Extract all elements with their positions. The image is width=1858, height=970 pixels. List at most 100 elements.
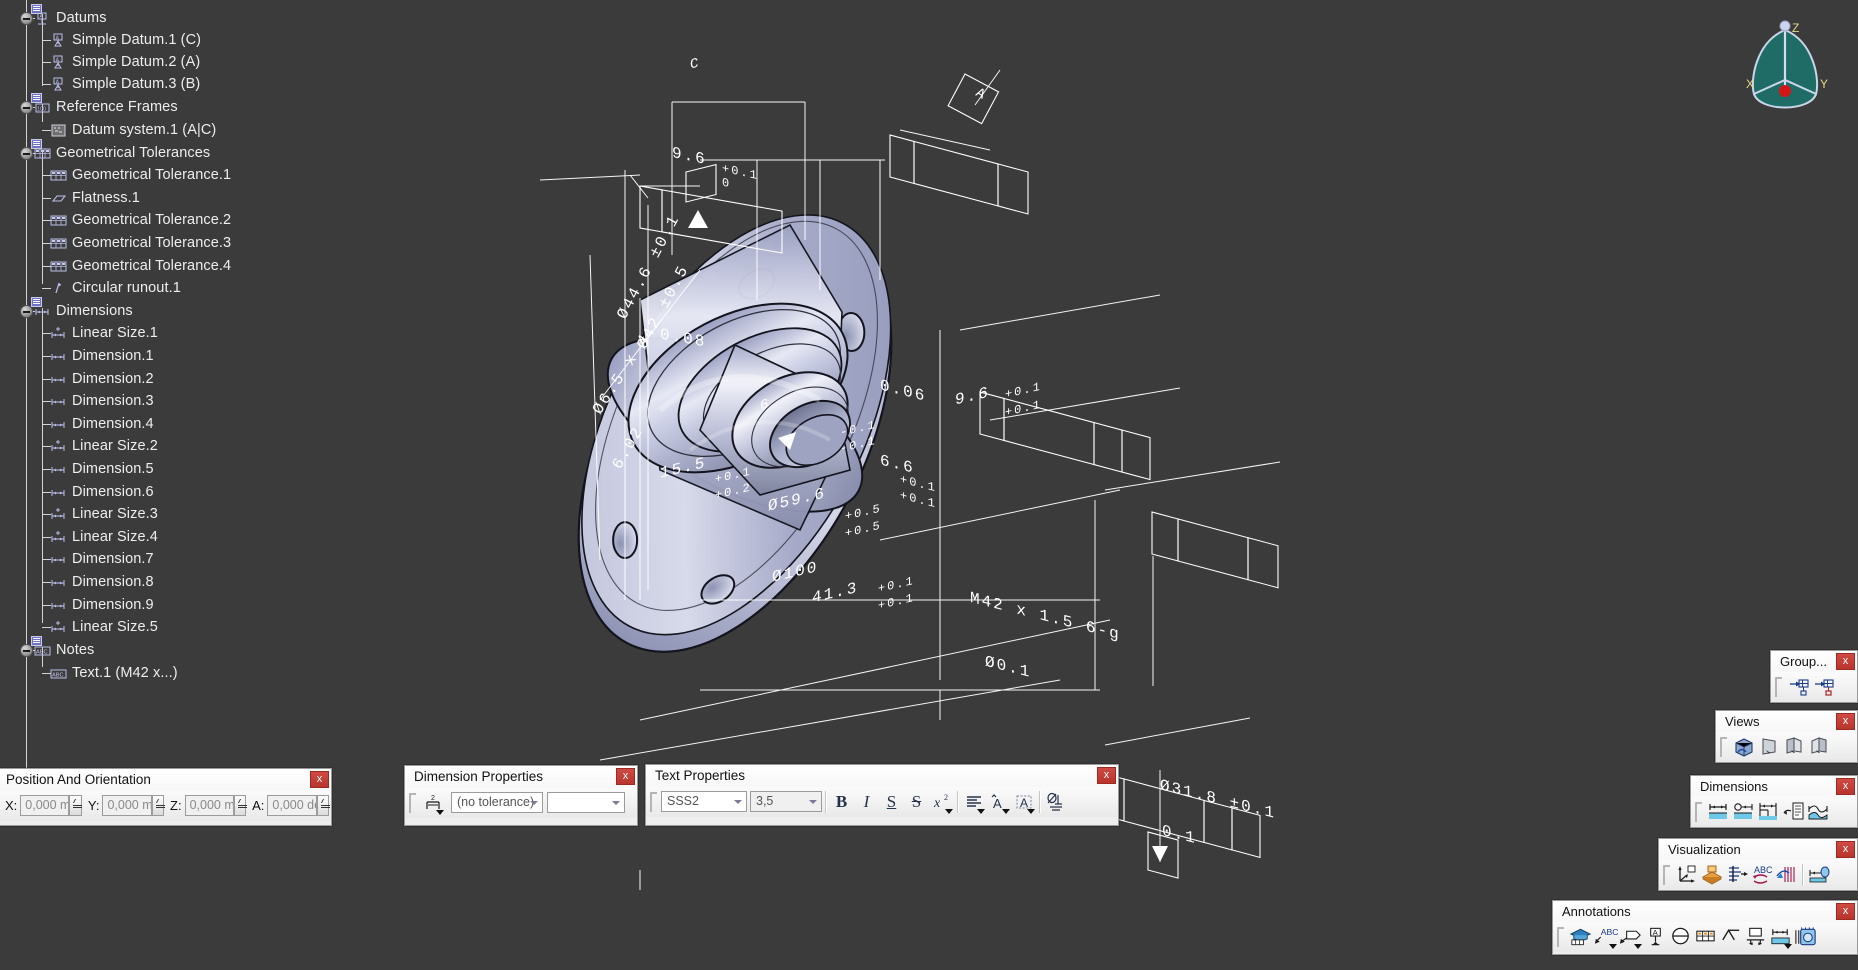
tree-item-geometrical-tolerances[interactable]: Geometrical Tolerances xyxy=(34,142,210,164)
geometrical-tolerance-circle-icon[interactable] xyxy=(1668,924,1693,949)
y-spinner[interactable] xyxy=(152,795,164,816)
close-group-toolbar-button[interactable]: x xyxy=(1836,653,1855,670)
tree-item-dimension-4[interactable]: Dimension.4 xyxy=(50,413,154,435)
annotation-plane-icon[interactable] xyxy=(1699,862,1724,887)
left-view-icon[interactable] xyxy=(1781,734,1806,759)
tree-item-dimension-8[interactable]: Dimension.8 xyxy=(50,571,154,593)
annotations-toolbar-grip[interactable] xyxy=(1557,927,1564,947)
font-size-select[interactable]: 3,5 xyxy=(750,791,822,812)
curvilinear-dimension-icon[interactable] xyxy=(1806,799,1831,824)
annotation-display-icon[interactable] xyxy=(1774,862,1799,887)
tree-item-linear-size-5[interactable]: Linear Size.5 xyxy=(50,616,158,638)
visualization-toolbar-grip[interactable] xyxy=(1663,865,1670,885)
text-frame-dropdown-arrow[interactable] xyxy=(1027,809,1035,814)
tree-item-geometrical-tolerance-2[interactable]: Geometrical Tolerance.2 xyxy=(50,209,231,231)
linear-dimension-icon[interactable] xyxy=(1706,799,1731,824)
dimension-annotation-icon[interactable] xyxy=(1768,924,1793,949)
close-annotations-toolbar-button[interactable]: x xyxy=(1836,903,1855,920)
font-family-select[interactable]: SSS2 xyxy=(661,791,747,812)
text-frame-button[interactable]: A xyxy=(1011,789,1036,814)
bold-button[interactable]: B xyxy=(829,789,854,814)
text-toolbar-grip[interactable] xyxy=(650,792,657,812)
text-properties-panel[interactable]: Text Properties x SSS2 3,5 B I S S x 2 xyxy=(645,764,1119,826)
dimensions-toolbar-grip[interactable] xyxy=(1695,802,1702,822)
tree-item-datum-system-1-a-c[interactable]: Datum system.1 (A|C) xyxy=(50,119,216,141)
ungroup-icon[interactable] xyxy=(1811,674,1836,699)
front-view-icon[interactable] xyxy=(1756,734,1781,759)
tree-item-dimension-3[interactable]: Dimension.3 xyxy=(50,390,154,412)
views-toolbar-grip[interactable] xyxy=(1720,737,1727,757)
a-spinner[interactable] xyxy=(317,795,329,816)
underline-button[interactable]: S xyxy=(879,789,904,814)
right-view-icon[interactable] xyxy=(1806,734,1831,759)
tree-item-dimension-6[interactable]: Dimension.6 xyxy=(50,481,154,503)
tree-item-datums[interactable]: ADatums xyxy=(34,7,107,29)
tree-item-simple-datum-3-b[interactable]: ASimple Datum.3 (B) xyxy=(50,73,200,95)
tolerance-select[interactable]: (no tolerance) xyxy=(451,792,543,813)
text-annotation-icon[interactable]: ABC xyxy=(1593,924,1618,949)
create-group-icon[interactable] xyxy=(1786,674,1811,699)
close-dimensions-toolbar-button[interactable]: x xyxy=(1836,778,1855,795)
annotation-capture-icon[interactable] xyxy=(1568,924,1593,949)
tree-item-linear-size-2[interactable]: Linear Size.2 xyxy=(50,435,158,457)
tolerance-style-icon[interactable]: 2 xyxy=(420,790,445,815)
dimensions-toolbar[interactable]: Dimensions x xyxy=(1690,775,1858,828)
tree-item-linear-size-3[interactable]: Linear Size.3 xyxy=(50,503,158,525)
visualization-toolbar[interactable]: Visualization x xyxy=(1658,838,1858,891)
dimension-properties-panel[interactable]: Dimension Properties x 2 (no tolerance) xyxy=(404,765,638,826)
datum-feature-icon[interactable]: A xyxy=(1643,924,1668,949)
text-swap-icon[interactable]: ABC xyxy=(1749,862,1774,887)
views-toolbar[interactable]: Views x xyxy=(1715,710,1858,763)
tree-item-geometrical-tolerance-4[interactable]: Geometrical Tolerance.4 xyxy=(50,255,231,277)
dimension-text-icon[interactable] xyxy=(1781,799,1806,824)
tree-item-dimension-5[interactable]: Dimension.5 xyxy=(50,458,154,480)
dimension-display-icon[interactable] xyxy=(1806,862,1831,887)
align-dropdown-arrow[interactable] xyxy=(977,809,985,814)
specification-tree[interactable]: ADatumsASimple Datum.1 (C)ASimple Datum.… xyxy=(0,0,400,830)
tree-item-simple-datum-1-c[interactable]: ASimple Datum.1 (C) xyxy=(50,29,201,51)
superscript-dropdown-arrow[interactable] xyxy=(945,809,953,814)
text-anchor-button[interactable]: A xyxy=(986,789,1011,814)
surface-roughness-icon[interactable] xyxy=(1718,924,1743,949)
close-dimension-panel-button[interactable]: x xyxy=(616,768,635,785)
tree-item-dimensions[interactable]: Dimensions xyxy=(34,300,133,322)
position-and-orientation-panel[interactable]: Position And Orientation x X: 0,000 mm Y… xyxy=(0,768,332,826)
strikethrough-button[interactable]: S xyxy=(904,789,929,814)
tree-item-dimension-7[interactable]: Dimension.7 xyxy=(50,548,154,570)
feature-control-frame-icon[interactable] xyxy=(1693,924,1718,949)
superscript-button[interactable]: x 2 xyxy=(929,789,954,814)
weld-symbol-icon[interactable] xyxy=(1743,924,1768,949)
tree-item-linear-size-4[interactable]: Linear Size.4 xyxy=(50,526,158,548)
text-annotation-dropdown-arrow[interactable] xyxy=(1609,944,1617,949)
tree-item-flatness-1[interactable]: Flatness.1 xyxy=(50,187,140,209)
tree-item-notes[interactable]: ABCNotes xyxy=(34,639,94,661)
flag-note-dropdown-arrow[interactable] xyxy=(1634,944,1642,949)
x-spinner[interactable] xyxy=(69,795,81,816)
tree-item-circular-runout-1[interactable]: Circular runout.1 xyxy=(50,277,181,299)
text-anchor-dropdown-arrow[interactable] xyxy=(1002,809,1010,814)
y-coordinate-field[interactable]: 0,000 mm xyxy=(102,795,151,816)
chained-dimension-icon[interactable] xyxy=(1756,799,1781,824)
tree-item-text-1-m42-x[interactable]: ABCText.1 (M42 x...) xyxy=(50,662,178,684)
group-toolbar-grip[interactable] xyxy=(1775,677,1782,697)
symbol-insert-button[interactable] xyxy=(1043,789,1068,814)
dimension-toolbar-grip[interactable] xyxy=(409,793,416,813)
flag-note-icon[interactable] xyxy=(1618,924,1643,949)
close-position-panel-button[interactable]: x xyxy=(310,771,329,788)
angle-field[interactable]: 0,000 deg xyxy=(267,795,316,816)
annotation-snapshot-icon[interactable] xyxy=(1793,924,1818,949)
close-visualization-toolbar-button[interactable]: x xyxy=(1836,841,1855,858)
tree-item-dimension-1[interactable]: Dimension.1 xyxy=(50,345,154,367)
stacking-icon[interactable] xyxy=(1724,862,1749,887)
z-coordinate-field[interactable]: 0,000 mm xyxy=(185,795,234,816)
tree-item-simple-datum-2-a[interactable]: ASimple Datum.2 (A) xyxy=(50,51,200,73)
axis-system-icon[interactable] xyxy=(1674,862,1699,887)
tolerance-secondary-select[interactable] xyxy=(547,792,625,813)
annotations-toolbar[interactable]: Annotations x ABC xyxy=(1552,900,1858,955)
align-left-button[interactable] xyxy=(961,789,986,814)
isometric-view-icon[interactable] xyxy=(1731,734,1756,759)
tree-item-reference-frames[interactable]: 100Reference Frames xyxy=(34,96,178,118)
dimension-annotation-dropdown-arrow[interactable] xyxy=(1784,944,1792,949)
navigation-compass[interactable]: Z X Y xyxy=(1730,8,1840,123)
italic-button[interactable]: I xyxy=(854,789,879,814)
